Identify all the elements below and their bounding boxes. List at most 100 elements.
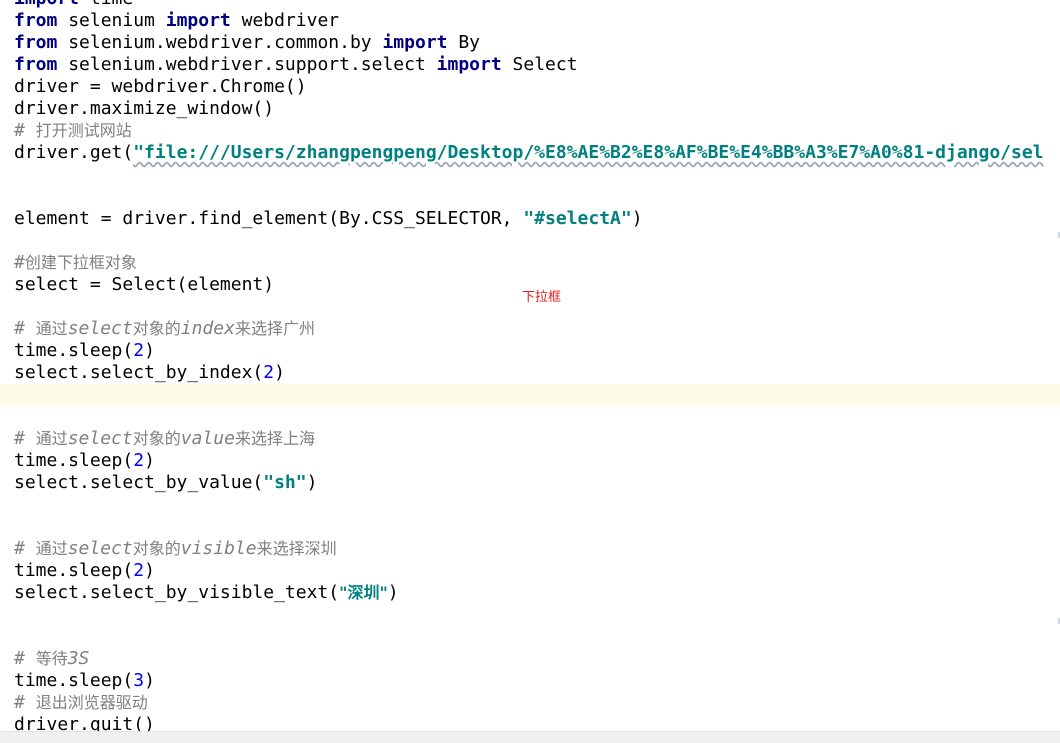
code-token: 来选择深圳 xyxy=(256,539,337,558)
code-token: 来选择上海 xyxy=(234,429,315,448)
code-token: 对象的 xyxy=(132,319,181,338)
code-token: # xyxy=(14,692,36,713)
code-token: "file:///Users/zhangpengpeng/Desktop/%E8… xyxy=(133,142,1044,163)
code-token: "sh" xyxy=(263,472,307,493)
code-token: import xyxy=(436,54,502,75)
code-token: "深圳" xyxy=(339,583,388,602)
code-line[interactable]: driver = webdriver.Chrome() xyxy=(0,76,1060,98)
code-line[interactable]: select.select_by_visible_text("深圳") xyxy=(0,582,1060,604)
code-token: driver = webdriver.Chrome() xyxy=(14,76,307,97)
code-token: # xyxy=(14,120,36,141)
code-token: 通过 xyxy=(35,319,68,338)
code-token: 3 xyxy=(133,670,145,691)
code-line[interactable]: time.sleep(3) xyxy=(0,670,1060,692)
code-token: ) xyxy=(306,472,318,493)
code-line[interactable]: from selenium.webdriver.common.by import… xyxy=(0,32,1060,54)
code-line[interactable]: time.sleep(2) xyxy=(0,450,1060,472)
code-line[interactable]: # 通过select对象的index来选择广州 xyxy=(0,318,1060,340)
code-token: webdriver xyxy=(230,10,340,31)
annotation-label: 下拉框 xyxy=(522,290,562,305)
code-token: 退出浏览器驱动 xyxy=(35,693,148,712)
code-line[interactable]: #创建下拉框对象 xyxy=(0,252,1060,274)
code-line[interactable]: # 退出浏览器驱动 xyxy=(0,692,1060,714)
code-token: # xyxy=(14,318,36,339)
code-line[interactable] xyxy=(0,626,1060,648)
code-token: visible xyxy=(180,538,257,559)
code-token: selenium.webdriver.common.by xyxy=(57,32,383,53)
code-token: select xyxy=(67,428,133,449)
code-token: element = driver.find_element(By.CSS_SEL… xyxy=(14,208,524,229)
code-token: 创建下拉框对象 xyxy=(24,253,137,272)
code-token: ) xyxy=(631,208,643,229)
code-token: driver.get( xyxy=(14,142,134,163)
code-token: ) xyxy=(144,450,155,471)
code-token: ) xyxy=(274,362,285,383)
code-token: select xyxy=(67,318,133,339)
code-token: import xyxy=(382,32,448,53)
code-token: ) xyxy=(387,582,399,603)
code-token: index xyxy=(180,318,235,339)
code-token: 2 xyxy=(133,340,145,361)
code-token: from xyxy=(14,32,58,53)
code-line[interactable] xyxy=(0,186,1060,208)
code-line[interactable]: element = driver.find_element(By.CSS_SEL… xyxy=(0,208,1060,230)
code-token: ) xyxy=(144,670,155,691)
code-token: 通过 xyxy=(35,429,68,448)
code-line[interactable]: # 打开测试网站 xyxy=(0,120,1060,142)
code-token: select xyxy=(67,538,133,559)
code-line[interactable] xyxy=(0,494,1060,516)
code-token: 来选择广州 xyxy=(234,319,315,338)
code-line[interactable]: driver.get("file:///Users/zhangpengpeng/… xyxy=(0,142,1060,164)
code-line[interactable]: driver.maximize_window() xyxy=(0,98,1060,120)
code-line[interactable]: select.select_by_value("sh") xyxy=(0,472,1060,494)
code-token: selenium xyxy=(57,10,166,31)
code-line[interactable] xyxy=(0,604,1060,626)
code-token: value xyxy=(180,428,235,449)
code-token: import xyxy=(165,10,231,31)
code-line[interactable]: import time xyxy=(0,0,1060,10)
code-token: 通过 xyxy=(35,539,68,558)
code-token: selenium.webdriver.support.select xyxy=(57,54,437,75)
code-token: ) xyxy=(144,560,155,581)
horizontal-scrollbar[interactable] xyxy=(0,731,1060,743)
code-line[interactable]: # 通过select对象的value来选择上海 xyxy=(0,428,1060,450)
code-line[interactable]: from selenium import webdriver xyxy=(0,10,1060,32)
code-token: 对象的 xyxy=(132,539,181,558)
code-token: "#selectA" xyxy=(523,208,632,229)
code-token: select.select_by_visible_text( xyxy=(14,582,340,603)
code-token: select.select_by_value( xyxy=(14,472,264,493)
code-token: # xyxy=(14,428,36,449)
code-lines[interactable]: import timefrom selenium import webdrive… xyxy=(0,0,1060,736)
code-token: time.sleep( xyxy=(14,560,134,581)
code-token: driver.maximize_window() xyxy=(14,98,275,119)
code-token: 2 xyxy=(133,560,145,581)
current-line[interactable] xyxy=(0,384,1060,406)
code-line[interactable]: # 通过select对象的visible来选择深圳 xyxy=(0,538,1060,560)
code-line[interactable]: select.select_by_index(2) xyxy=(0,362,1060,384)
code-line[interactable] xyxy=(0,164,1060,186)
code-token: from xyxy=(14,54,58,75)
code-editor[interactable]: import timefrom selenium import webdrive… xyxy=(0,0,1060,743)
code-token: # xyxy=(14,648,36,669)
code-token: 对象的 xyxy=(132,429,181,448)
code-line[interactable]: # 等待3S xyxy=(0,648,1060,670)
code-token: select = Select(element) xyxy=(14,274,275,295)
code-line[interactable] xyxy=(0,230,1060,252)
code-line[interactable]: time.sleep(2) xyxy=(0,560,1060,582)
code-line[interactable] xyxy=(0,406,1060,428)
code-line[interactable]: from selenium.webdriver.support.select i… xyxy=(0,54,1060,76)
code-line[interactable]: time.sleep(2) xyxy=(0,340,1060,362)
code-token: 2 xyxy=(263,362,275,383)
code-token: Select xyxy=(501,54,578,75)
code-token: time.sleep( xyxy=(14,340,134,361)
code-token: 2 xyxy=(133,450,145,471)
code-token: 等待 xyxy=(35,649,68,668)
code-token: time.sleep( xyxy=(14,450,134,471)
code-token: 打开测试网站 xyxy=(35,121,132,140)
code-token: 3S xyxy=(67,648,90,669)
code-line[interactable] xyxy=(0,516,1060,538)
code-token: By xyxy=(447,32,481,53)
code-token: select.select_by_index( xyxy=(14,362,264,383)
code-token: # xyxy=(14,538,36,559)
code-token: import xyxy=(14,0,79,9)
